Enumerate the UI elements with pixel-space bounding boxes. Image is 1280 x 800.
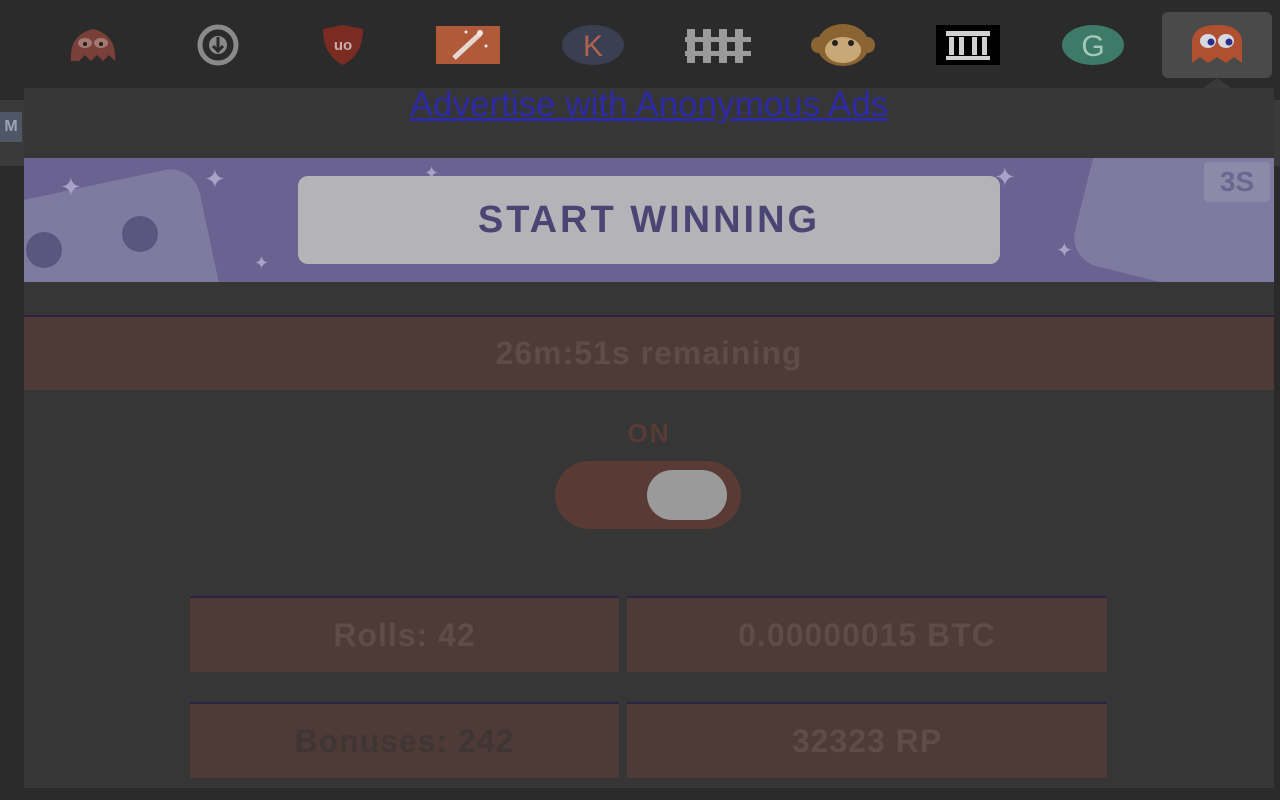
start-winning-button[interactable]: START WINNING	[298, 176, 1000, 264]
ublock-origin-icon: uo	[323, 25, 363, 65]
magic-wand-extension-button[interactable]	[428, 12, 508, 78]
ad-banner[interactable]: ✦ ✦ ✦ ✦ ✦ ✦ START WINNING 3S	[24, 158, 1274, 282]
background-tag: M	[0, 112, 22, 142]
museum-extension-button[interactable]	[928, 12, 1008, 78]
browser-toolbar: uo K G	[0, 0, 1280, 88]
status-label: ON	[627, 418, 671, 448]
fence-extension-button[interactable]	[678, 12, 758, 78]
g-circle-icon: G	[1062, 25, 1124, 65]
svg-text:G: G	[1081, 30, 1104, 63]
timer-remaining: 26m:51s remaining	[24, 315, 1274, 390]
dice-pip	[122, 216, 158, 252]
banner-badge: 3S	[1204, 162, 1270, 202]
monkey-icon	[811, 24, 875, 66]
k-extension-button[interactable]: K	[553, 12, 633, 78]
sparkle-icon: ✦	[254, 253, 270, 273]
download-circle-icon	[197, 24, 239, 66]
svg-text:uo: uo	[334, 37, 352, 54]
museum-icon	[936, 25, 1000, 65]
magic-wand-icon	[436, 26, 500, 64]
sparkle-icon: ✦	[60, 172, 82, 202]
dice-pip	[26, 232, 62, 268]
pacman-ghost-extension-button[interactable]	[1162, 12, 1272, 78]
sparkle-icon: ✦	[1056, 240, 1073, 262]
extension-popup: Advertise with Anonymous Ads ✦ ✦ ✦ ✦ ✦ ✦…	[24, 87, 1274, 788]
grammarly-extension-button[interactable]: G	[1053, 12, 1133, 78]
k-circle-icon: K	[562, 25, 624, 65]
sparkle-icon: ✦	[204, 164, 226, 194]
advertise-link[interactable]: Advertise with Anonymous Ads	[24, 87, 1274, 124]
download-extension-button[interactable]	[178, 12, 258, 78]
rolls-stat: Rolls: 42	[190, 596, 619, 672]
toggle-knob	[647, 470, 727, 520]
bonuses-stat: Bonuses: 242	[190, 702, 619, 778]
ghost-face-extension-button[interactable]	[53, 12, 133, 78]
btc-balance-stat: 0.00000015 BTC	[627, 596, 1107, 672]
svg-text:K: K	[583, 30, 603, 63]
ublock-extension-button[interactable]: uo	[303, 12, 383, 78]
background-page-right	[1274, 100, 1280, 166]
pacman-ghost-icon	[1192, 25, 1242, 63]
monkey-extension-button[interactable]	[803, 12, 883, 78]
rp-points-stat: 32323 RP	[627, 702, 1107, 778]
fence-icon	[685, 29, 751, 63]
ghost-face-icon	[70, 29, 116, 61]
on-off-toggle[interactable]	[555, 461, 741, 529]
